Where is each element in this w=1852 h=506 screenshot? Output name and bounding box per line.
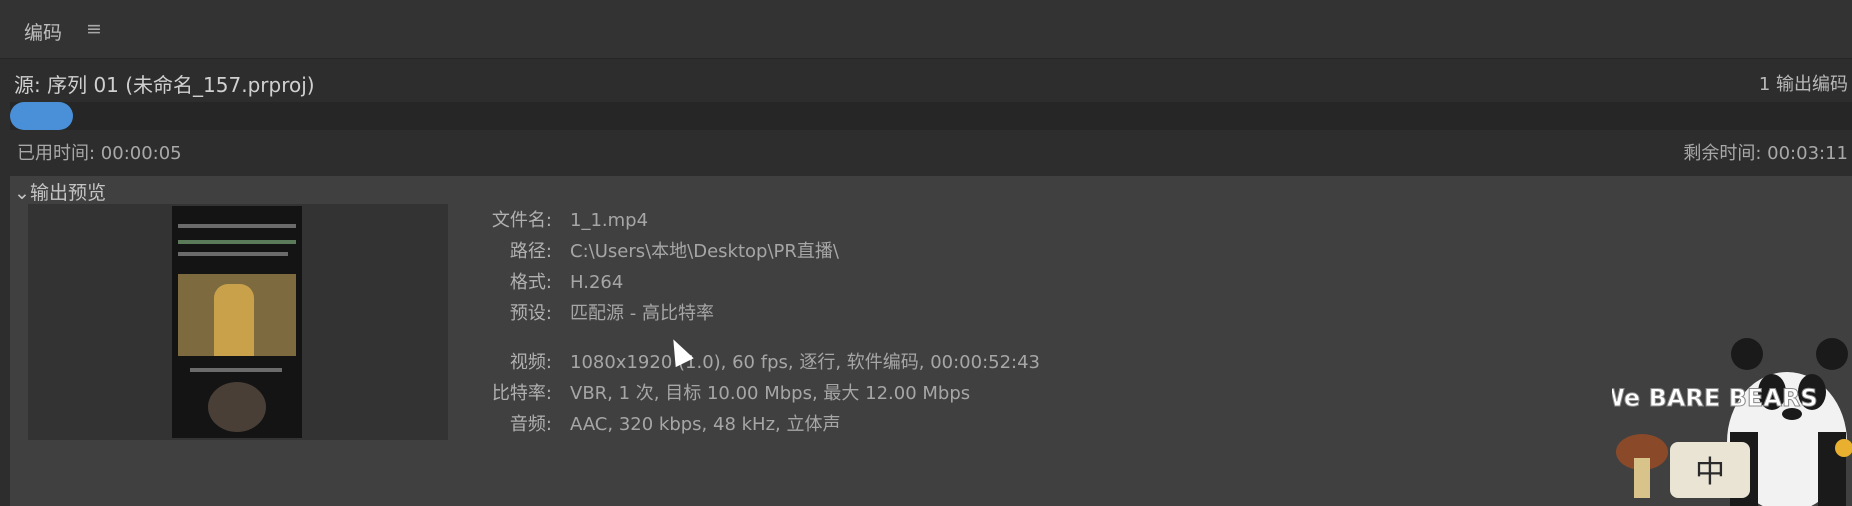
- chevron-down-icon: ⌄: [14, 182, 30, 204]
- detail-row-audio: 音频: AAC, 320 kbps, 48 kHz, 立体声: [440, 410, 841, 436]
- panel-title: 编码: [24, 22, 63, 44]
- detail-row-path: 路径: C:\Users\本地\Desktop\PR直播\: [440, 237, 839, 263]
- detail-label: 路径:: [509, 241, 552, 262]
- detail-value: C:\Users\本地\Desktop\PR直播\: [570, 241, 839, 262]
- elapsed-time: 已用时间: 00:00:05: [17, 143, 182, 164]
- output-preview-toggle[interactable]: ⌄输出预览: [14, 178, 106, 205]
- bears-watermark-logo: 中 We BARE BEARS: [1612, 338, 1852, 506]
- detail-label: 格式:: [509, 272, 552, 293]
- detail-value: H.264: [570, 272, 624, 293]
- detail-label: 预设:: [509, 303, 552, 324]
- detail-label: 视频:: [509, 352, 552, 373]
- hamburger-menu-icon[interactable]: ≡: [86, 18, 102, 40]
- detail-value: AAC, 320 kbps, 48 kHz, 立体声: [570, 414, 841, 435]
- detail-label: 文件名:: [491, 210, 552, 231]
- detail-label: 比特率:: [491, 383, 552, 404]
- detail-row-format: 格式: H.264: [440, 268, 623, 294]
- detail-row-bitrate: 比特率: VBR, 1 次, 目标 10.00 Mbps, 最大 12.00 Mb…: [440, 379, 970, 405]
- detail-label: 音频:: [509, 414, 552, 435]
- panel-header: 编码 ≡: [0, 0, 1852, 59]
- remaining-time: 剩余时间: 00:03:11: [1683, 143, 1848, 164]
- detail-value: 1080x1920 (1.0), 60 fps, 逐行, 软件编码, 00:00…: [570, 352, 1041, 373]
- watermark-text: We BARE BEARS: [1612, 384, 1818, 412]
- output-preview-label: 输出预览: [30, 182, 107, 204]
- output-count: 1 输出编码: [1758, 74, 1848, 95]
- watermark-glyph: 中: [1695, 455, 1725, 490]
- detail-row-video: 视频: 1080x1920 (1.0), 60 fps, 逐行, 软件编码, 00…: [440, 348, 1040, 374]
- preview-thumbnail: [172, 206, 302, 438]
- detail-value: VBR, 1 次, 目标 10.00 Mbps, 最大 12.00 Mbps: [570, 383, 971, 404]
- progress-fill: [10, 102, 73, 130]
- source-label: 源: 序列 01 (未命名_157.prproj): [14, 73, 315, 97]
- detail-row-filename: 文件名: 1_1.mp4: [440, 206, 648, 232]
- detail-value: 匹配源 - 高比特率: [570, 303, 714, 324]
- detail-row-preset: 预设: 匹配源 - 高比特率: [440, 299, 714, 325]
- detail-value: 1_1.mp4: [570, 210, 649, 231]
- encode-progress-bar: [10, 102, 1852, 130]
